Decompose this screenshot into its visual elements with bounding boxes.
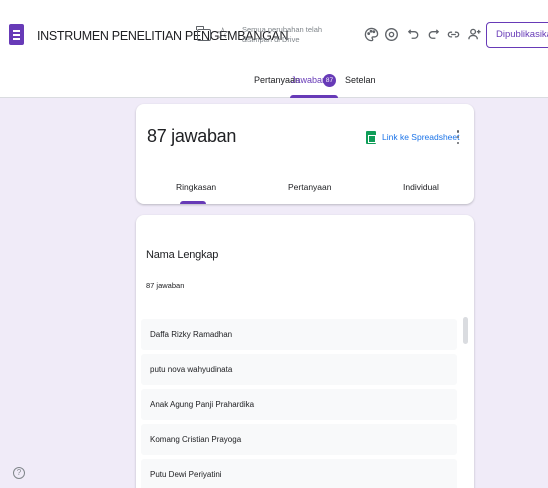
list-item: Anak Agung Panji Prahardika: [141, 389, 457, 420]
tab-indicator: [290, 95, 338, 98]
save-status: Semua perubahan telah disimpan di Drive: [242, 25, 323, 44]
publish-button[interactable]: Dipublikasikan: [486, 22, 548, 48]
list-item: putu nova wahyudinata: [141, 354, 457, 385]
help-icon[interactable]: ?: [13, 467, 25, 479]
responses-summary-card: 87 jawaban Link ke Spreadsheet Ringkasan…: [136, 104, 474, 204]
answers-scrollbar[interactable]: [463, 317, 468, 344]
star-icon[interactable]: ☆: [216, 24, 229, 44]
main-tabs: Pertanyaan Jawaban Setelan: [0, 72, 548, 98]
undo-icon[interactable]: [405, 26, 422, 43]
responses-count-badge: 87: [323, 74, 336, 87]
add-collaborator-icon[interactable]: [466, 26, 483, 43]
subtab-question[interactable]: Pertanyaan: [288, 182, 331, 192]
palette-icon[interactable]: [363, 26, 380, 43]
question-response-count: 87 jawaban: [146, 281, 185, 290]
subtab-indicator: [180, 201, 206, 204]
list-item: Komang Cristian Prayoga: [141, 424, 457, 455]
link-icon[interactable]: [445, 26, 462, 43]
tab-responses[interactable]: Jawaban: [291, 75, 327, 85]
tab-settings[interactable]: Setelan: [345, 75, 376, 85]
link-to-spreadsheet-button[interactable]: Link ke Spreadsheet: [382, 132, 460, 142]
more-vert-icon[interactable]: [454, 130, 462, 144]
sheets-icon[interactable]: [366, 131, 376, 144]
list-item: Daffa Rizky Ramadhan: [141, 319, 457, 350]
preview-icon[interactable]: [383, 26, 400, 43]
subtab-individual[interactable]: Individual: [403, 182, 439, 192]
redo-icon[interactable]: [425, 26, 442, 43]
response-count-title: 87 jawaban: [147, 126, 237, 146]
question-title: Nama Lengkap: [146, 249, 219, 261]
subtab-summary[interactable]: Ringkasan: [176, 182, 216, 192]
question-summary-card: Nama Lengkap 87 jawaban Daffa Rizky Rama…: [136, 215, 474, 488]
forms-logo-icon[interactable]: [9, 24, 24, 45]
list-item: Putu Dewi Periyatini: [141, 459, 457, 488]
app-header: INSTRUMEN PENELITIAN PENGEMBANGAN ☆ Semu…: [0, 0, 548, 98]
answers-list: Daffa Rizky Ramadhan putu nova wahyudina…: [141, 319, 457, 488]
folder-icon[interactable]: [196, 26, 211, 41]
